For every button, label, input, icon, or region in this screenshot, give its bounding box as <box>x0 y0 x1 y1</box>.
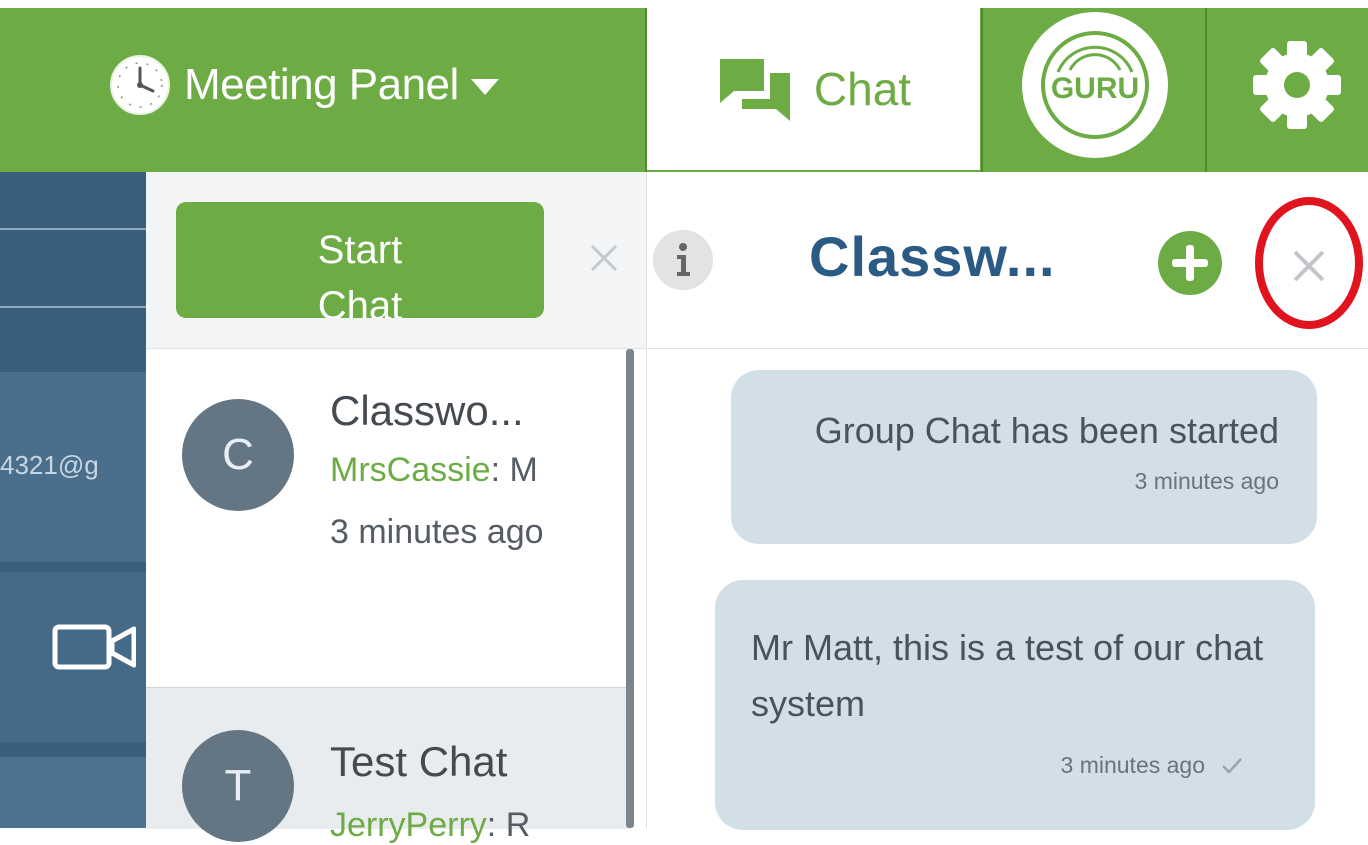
plus-circle-icon[interactable] <box>1157 230 1223 296</box>
message-time: 3 minutes ago <box>1134 468 1279 494</box>
guru-logo[interactable]: GURU <box>1022 12 1168 158</box>
message-text: Mr Matt, this is a test of our chat syst… <box>751 627 1264 724</box>
left-sidebar: 4321@g <box>0 172 146 828</box>
info-icon[interactable] <box>653 230 713 290</box>
chat-bubbles-icon <box>719 59 790 121</box>
chat-tab-label: Chat <box>813 63 912 115</box>
avatar: C <box>182 399 294 511</box>
divider <box>981 8 983 172</box>
conversation-list: Start Chat C Classwo... MrsCassie: M 3 m… <box>146 172 646 844</box>
meeting-panel-label: Meeting Panel <box>184 60 459 109</box>
top-bar: Meeting Panel Chat GURU <box>0 0 1368 172</box>
close-icon[interactable] <box>586 240 622 276</box>
conversation-item[interactable]: C Classwo... MrsCassie: M 3 minutes ago <box>146 349 630 687</box>
scrollbar[interactable] <box>626 349 634 828</box>
top-strip <box>0 0 1368 8</box>
conversation-time: 3 minutes ago <box>330 513 544 551</box>
conversation-preview: MrsCassie: M <box>330 451 560 490</box>
chevron-down-icon <box>470 79 499 95</box>
message-bubble: Group Chat has been started 3 minutes ag… <box>731 370 1317 544</box>
sidebar-email: 4321@g <box>0 450 99 480</box>
conversation-list-header: Start Chat <box>146 172 646 349</box>
clock-icon <box>110 55 170 115</box>
conversation-preview: JerryPerry: R <box>330 806 560 845</box>
guru-logo-mark: GURU <box>1041 31 1149 139</box>
conversation-title: Test Chat <box>330 738 508 785</box>
message-bubble: Mr Matt, this is a test of our chat syst… <box>715 580 1315 830</box>
check-icon <box>1222 758 1242 774</box>
avatar: T <box>182 730 294 842</box>
message-time: 3 minutes ago <box>1060 752 1205 778</box>
start-chat-label: Start <box>317 228 403 272</box>
conversation-preview-text: : R <box>486 806 531 844</box>
highlight-circle <box>1255 197 1363 329</box>
guru-logo-text: GURU <box>1051 72 1139 105</box>
tab-chat[interactable]: Chat <box>647 8 980 170</box>
conversation-item[interactable]: T Test Chat JerryPerry: R <box>146 687 630 844</box>
sidebar-divider <box>0 306 146 308</box>
conversation-sender: MrsCassie <box>330 451 491 489</box>
chat-header: Classw... <box>647 172 1368 349</box>
sidebar-row[interactable] <box>0 757 146 828</box>
chat-title: Classw... <box>809 225 1056 288</box>
meeting-panel-dropdown[interactable]: Meeting Panel <box>108 40 499 130</box>
chat-view: Classw... Group Chat has been started 3 … <box>646 172 1368 830</box>
gear-icon[interactable] <box>1250 38 1344 132</box>
conversation-preview-text: : M <box>490 451 538 489</box>
start-chat-label-overflow: Chat <box>317 284 403 318</box>
conversation-sender: JerryPerry <box>330 806 487 844</box>
start-chat-button[interactable]: Start Chat <box>176 202 544 318</box>
sidebar-divider <box>0 228 146 230</box>
message-text: Group Chat has been started <box>814 410 1279 451</box>
conversation-title: Classwo... <box>330 387 524 434</box>
video-camera-icon[interactable] <box>52 619 136 675</box>
divider <box>1205 8 1207 172</box>
